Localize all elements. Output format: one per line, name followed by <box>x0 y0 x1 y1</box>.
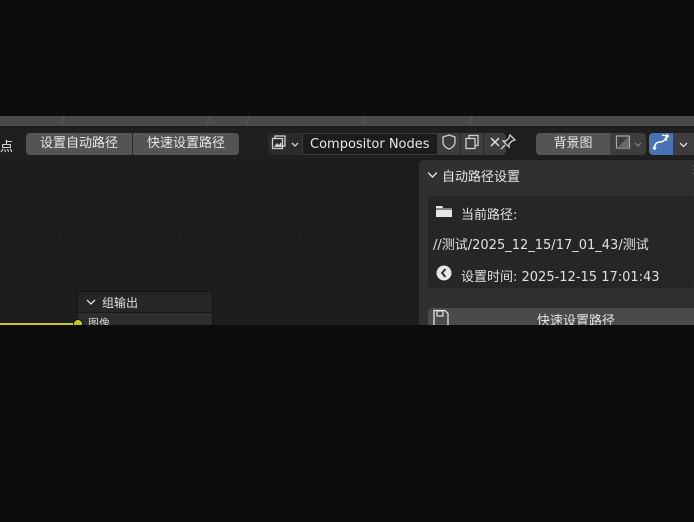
path-info-box: 当前路径: //测试/2025_12_15/17_01_43/测试 设置时间: … <box>428 196 694 288</box>
quick-set-path-panel-button[interactable]: 快速设置路径 <box>428 308 694 325</box>
compositor-editor[interactable]: 点 设置自动路径 快速设置路径 Compositor Nodes 背景图 组输出… <box>0 116 694 325</box>
image-stack-icon <box>271 134 291 154</box>
set-time-text: 设置时间: 2025-12-15 17:01:43 <box>461 269 660 285</box>
active-tool-dropdown[interactable] <box>673 133 694 155</box>
current-path-row: 当前路径: <box>435 203 517 223</box>
current-path-value: //测试/2025_12_15/17_01_43/测试 <box>433 238 649 253</box>
node-header[interactable]: 组输出 <box>78 292 212 313</box>
folder-icon <box>435 203 453 223</box>
backdrop-toggle-button[interactable]: 背景图 <box>536 133 610 155</box>
editor-header: 点 设置自动路径 快速设置路径 Compositor Nodes 背景图 <box>0 128 694 158</box>
set-auto-path-button[interactable]: 设置自动路径 <box>26 133 134 155</box>
menu-item-partial[interactable]: 点 <box>0 136 13 155</box>
node-socket-label: 图像 <box>88 317 110 325</box>
group-output-node[interactable]: 组输出 图像 <box>77 291 213 325</box>
active-tool-button[interactable] <box>649 133 673 155</box>
duplicate-button[interactable] <box>460 133 484 155</box>
shield-icon <box>441 134 456 154</box>
node-title: 组输出 <box>102 295 139 310</box>
pin-button[interactable] <box>497 133 519 155</box>
chevron-down-icon <box>291 137 299 152</box>
backdrop-control: 背景图 <box>536 133 646 155</box>
image-channels-icon <box>615 134 631 154</box>
quick-set-path-button[interactable]: 快速设置路径 <box>133 133 240 155</box>
clock-icon <box>435 264 453 286</box>
region-divider[interactable] <box>0 116 694 126</box>
sidebar-panel: 自动路径设置 当前路径: //测试/2025_12_15/17_01_43/测试… <box>419 160 694 325</box>
path-button-group: 设置自动路径 快速设置路径 <box>26 133 240 155</box>
duplicate-icon <box>464 134 480 154</box>
chevron-down-icon <box>679 137 688 152</box>
collapse-chevron-icon[interactable] <box>86 295 96 309</box>
chevron-down-icon <box>634 137 642 152</box>
node-tree-selector: Compositor Nodes <box>268 133 506 155</box>
fake-user-button[interactable] <box>437 133 461 155</box>
panel-header[interactable]: 自动路径设置 <box>427 166 520 185</box>
curve-tool-icon <box>652 133 670 155</box>
current-path-label: 当前路径: <box>461 207 518 223</box>
set-time-row: 设置时间: 2025-12-15 17:01:43 <box>435 264 660 286</box>
panel-title: 自动路径设置 <box>442 170 521 185</box>
pin-icon <box>499 133 517 155</box>
quick-set-path-label: 快速设置路径 <box>536 314 615 325</box>
top-letterbox <box>0 0 694 116</box>
chevron-down-icon <box>427 168 438 183</box>
node-tree-name-field[interactable]: Compositor Nodes <box>302 133 438 155</box>
node-tree-type-dropdown[interactable] <box>268 133 302 155</box>
backdrop-channels-dropdown[interactable] <box>610 133 646 155</box>
bottom-letterbox <box>0 325 694 522</box>
